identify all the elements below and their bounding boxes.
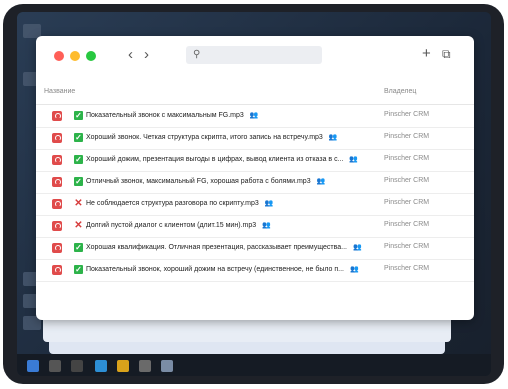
- copy-icon[interactable]: ⧉: [442, 45, 451, 63]
- check-icon: ✓: [74, 155, 83, 164]
- add-button[interactable]: +: [422, 45, 431, 63]
- file-browser-window: ‹ › ⚲ + ⧉ Название Владелец ✓ Показатель…: [36, 36, 474, 320]
- file-name: Хорошая квалификация. Отличная презентац…: [86, 244, 362, 251]
- check-icon: ✓: [74, 177, 83, 186]
- cross-icon: ✕: [74, 198, 83, 209]
- table-header: Название Владелец: [36, 84, 474, 105]
- audio-file-icon: [52, 243, 62, 253]
- close-button[interactable]: [54, 51, 64, 61]
- table-row[interactable]: ✓ Показательный звонок, хороший дожим на…: [36, 259, 474, 282]
- file-name: Показательный звонок, хороший дожим на в…: [86, 266, 359, 273]
- audio-file-icon: [52, 177, 62, 187]
- audio-file-icon: [52, 221, 62, 231]
- file-name: Хороший дожим, презентация выгоды в цифр…: [86, 156, 359, 163]
- file-owner: Pinscher CRM: [384, 265, 430, 272]
- file-owner: Pinscher CRM: [384, 133, 430, 140]
- taskbar: [17, 354, 491, 376]
- file-name: Не соблюдается структура разговора по ск…: [86, 200, 274, 207]
- table-row[interactable]: ✓ Хороший дожим, презентация выгоды в ци…: [36, 149, 474, 172]
- mail-icon[interactable]: [161, 360, 173, 372]
- shared-users-icon: 👥: [262, 222, 271, 229]
- edge-icon[interactable]: [95, 360, 107, 372]
- check-icon: ✓: [74, 243, 83, 252]
- file-name: Отличный звонок, максимальный FG, хороша…: [86, 178, 326, 185]
- start-icon[interactable]: [27, 360, 39, 372]
- forward-button[interactable]: ›: [144, 47, 149, 63]
- title-bar: ‹ › ⚲ + ⧉: [36, 36, 474, 76]
- column-name-header[interactable]: Название: [44, 88, 75, 95]
- check-icon: ✓: [74, 133, 83, 142]
- audio-file-icon: [52, 133, 62, 143]
- file-owner: Pinscher CRM: [384, 243, 430, 250]
- audio-file-icon: [52, 111, 62, 121]
- minimize-button[interactable]: [70, 51, 80, 61]
- audio-file-icon: [52, 155, 62, 165]
- shared-users-icon: 👥: [352, 244, 362, 251]
- shared-users-icon: 👥: [350, 266, 359, 273]
- file-owner: Pinscher CRM: [384, 155, 430, 162]
- task-view-icon[interactable]: [71, 360, 83, 372]
- store-icon[interactable]: [139, 360, 151, 372]
- file-owner: Pinscher CRM: [384, 221, 430, 228]
- table-row[interactable]: ✕ Не соблюдается структура разговора по …: [36, 193, 474, 216]
- explorer-icon[interactable]: [117, 360, 129, 372]
- check-icon: ✓: [74, 111, 83, 120]
- shared-users-icon: 👥: [249, 112, 259, 119]
- audio-file-icon: [52, 265, 62, 275]
- table-row[interactable]: ✕ Долгий пустой диалог с клиентом (длит.…: [36, 215, 474, 238]
- search-taskbar-icon[interactable]: [49, 360, 61, 372]
- check-icon: ✓: [74, 265, 83, 274]
- shared-users-icon: 👥: [349, 156, 359, 163]
- file-owner: Pinscher CRM: [384, 199, 430, 206]
- back-button[interactable]: ‹: [128, 47, 133, 63]
- shared-users-icon: 👥: [328, 134, 338, 141]
- search-input[interactable]: ⚲: [186, 46, 322, 64]
- file-owner: Pinscher CRM: [384, 177, 430, 184]
- column-owner-header[interactable]: Владелец: [384, 88, 416, 95]
- search-icon: ⚲: [193, 49, 201, 60]
- table-row[interactable]: ✓ Хороший звонок. Четкая структура скрип…: [36, 127, 474, 150]
- table-row[interactable]: ✓ Отличный звонок, максимальный FG, хоро…: [36, 171, 474, 194]
- shared-users-icon: 👥: [316, 178, 326, 185]
- file-name: Показательный звонок с максимальным FG.m…: [86, 112, 259, 119]
- file-name: Долгий пустой диалог с клиентом (длит.15…: [86, 222, 271, 229]
- shared-users-icon: 👥: [264, 200, 274, 207]
- audio-file-icon: [52, 199, 62, 209]
- maximize-button[interactable]: [86, 51, 96, 61]
- file-name: Хороший звонок. Четкая структура скрипта…: [86, 134, 338, 141]
- table-row[interactable]: ✓ Показательный звонок с максимальным FG…: [36, 105, 474, 128]
- cross-icon: ✕: [74, 220, 83, 231]
- table-row[interactable]: ✓ Хорошая квалификация. Отличная презент…: [36, 237, 474, 260]
- file-owner: Pinscher CRM: [384, 111, 430, 118]
